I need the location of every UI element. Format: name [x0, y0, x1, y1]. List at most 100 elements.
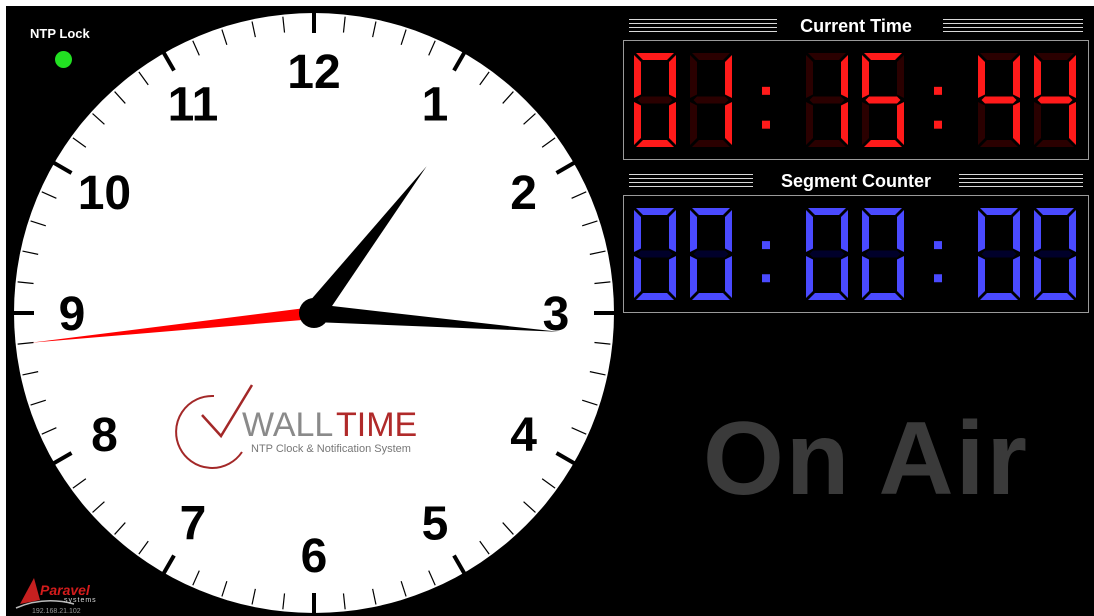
segment-f [978, 210, 985, 252]
segment-c [1013, 102, 1020, 145]
clock-numeral-8: 8 [91, 409, 118, 462]
segment-counter-digit-1 [634, 208, 676, 300]
segment-f [690, 210, 697, 252]
segment-b [1013, 55, 1020, 98]
segment-c [669, 102, 676, 145]
current-time-digit-3 [806, 53, 848, 147]
segment-counter-digit-2 [690, 208, 732, 300]
segment-e [806, 102, 813, 145]
segment-a [636, 208, 674, 215]
clock-numeral-7: 7 [180, 498, 207, 551]
segment-f [1034, 55, 1041, 98]
segment-c [669, 256, 676, 298]
clock-numeral-12: 12 [287, 46, 340, 99]
segment-d [808, 293, 846, 300]
segment-e [690, 256, 697, 298]
segment-b [841, 210, 848, 252]
segment-b [897, 210, 904, 252]
current-time-colon-bottom-2 [934, 120, 942, 129]
clock-numeral-10: 10 [78, 167, 131, 220]
segment-a [808, 208, 846, 215]
segment-d [692, 140, 730, 147]
segment-e [1034, 256, 1041, 298]
segment-d [636, 140, 674, 147]
paravel-brand: Paravel [40, 582, 90, 598]
segment-c [841, 256, 848, 298]
segment-a [864, 208, 902, 215]
current-time-digit-5 [978, 53, 1020, 147]
segment-counter-display [623, 195, 1089, 313]
segment-a [692, 208, 730, 215]
current-time-digit-1 [634, 53, 676, 147]
segment-counter-digit-6 [1034, 208, 1076, 300]
segment-f [862, 210, 869, 252]
segment-counter-colon-top-2 [934, 241, 942, 250]
segment-g [865, 96, 901, 104]
clock-center-cap [299, 298, 329, 328]
clock-numeral-1: 1 [422, 78, 449, 131]
segment-d [864, 293, 902, 300]
segment-d [864, 140, 902, 147]
segment-d [980, 140, 1018, 147]
segment-f [862, 55, 869, 98]
segment-c [897, 102, 904, 145]
current-time-display [623, 40, 1089, 160]
segment-e [978, 102, 985, 145]
segment-e [1034, 102, 1041, 145]
segment-d [1036, 140, 1074, 147]
current-time-colon-top-1 [762, 86, 770, 95]
segment-g [809, 96, 845, 104]
segment-a [980, 208, 1018, 215]
segment-d [692, 293, 730, 300]
segment-a [864, 53, 902, 60]
segment-c [725, 256, 732, 298]
current-time-digits [634, 53, 1076, 147]
walltime-logo-time: TIME [336, 406, 417, 444]
current-time-title: Current Time [800, 16, 912, 36]
segment-e [690, 102, 697, 145]
segment-e [978, 256, 985, 298]
on-air-indicator: On Air [703, 401, 1029, 517]
segment-e [634, 102, 641, 145]
current-time-digit-6 [1034, 53, 1076, 147]
segment-a [1036, 208, 1074, 215]
segment-c [1069, 256, 1076, 298]
current-time-header: Current Time [623, 15, 1089, 37]
wall-clock-screen: NTP Lock 12 1 2 3 4 5 6 7 8 9 10 11 WALL TIME NTP C… [6, 6, 1094, 616]
segment-b [669, 55, 676, 98]
clock-numeral-5: 5 [422, 498, 449, 551]
clock-numeral-9: 9 [59, 288, 86, 341]
segment-g [865, 250, 901, 258]
segment-f [978, 55, 985, 98]
clock-numeral-11: 11 [168, 78, 219, 131]
segment-a [808, 53, 846, 60]
segment-counter-colon-top-1 [762, 241, 770, 250]
analog-clock: 121234567891011 WALL TIME NTP Clock & No… [8, 7, 620, 616]
segment-b [725, 210, 732, 252]
segment-e [634, 256, 641, 298]
segment-e [862, 102, 869, 145]
clock-numeral-2: 2 [510, 167, 537, 220]
ip-address: 192.168.21.102 [32, 608, 81, 615]
segment-b [1069, 55, 1076, 98]
segment-b [669, 210, 676, 252]
segment-a [636, 53, 674, 60]
segment-c [897, 256, 904, 298]
segment-g [637, 96, 673, 104]
segment-a [1036, 53, 1074, 60]
segment-c [841, 102, 848, 145]
current-time-colon-top-2 [934, 86, 942, 95]
clock-numeral-3: 3 [543, 288, 570, 341]
segment-b [841, 55, 848, 98]
paravel-brand-sub: systems [64, 597, 97, 604]
segment-d [1036, 293, 1074, 300]
segment-e [806, 256, 813, 298]
segment-a [692, 53, 730, 60]
segment-f [1034, 210, 1041, 252]
segment-d [636, 293, 674, 300]
segment-g [1037, 250, 1073, 258]
segment-f [806, 210, 813, 252]
segment-counter-digit-5 [978, 208, 1020, 300]
segment-counter-title: Segment Counter [780, 171, 931, 191]
segment-f [634, 55, 641, 98]
